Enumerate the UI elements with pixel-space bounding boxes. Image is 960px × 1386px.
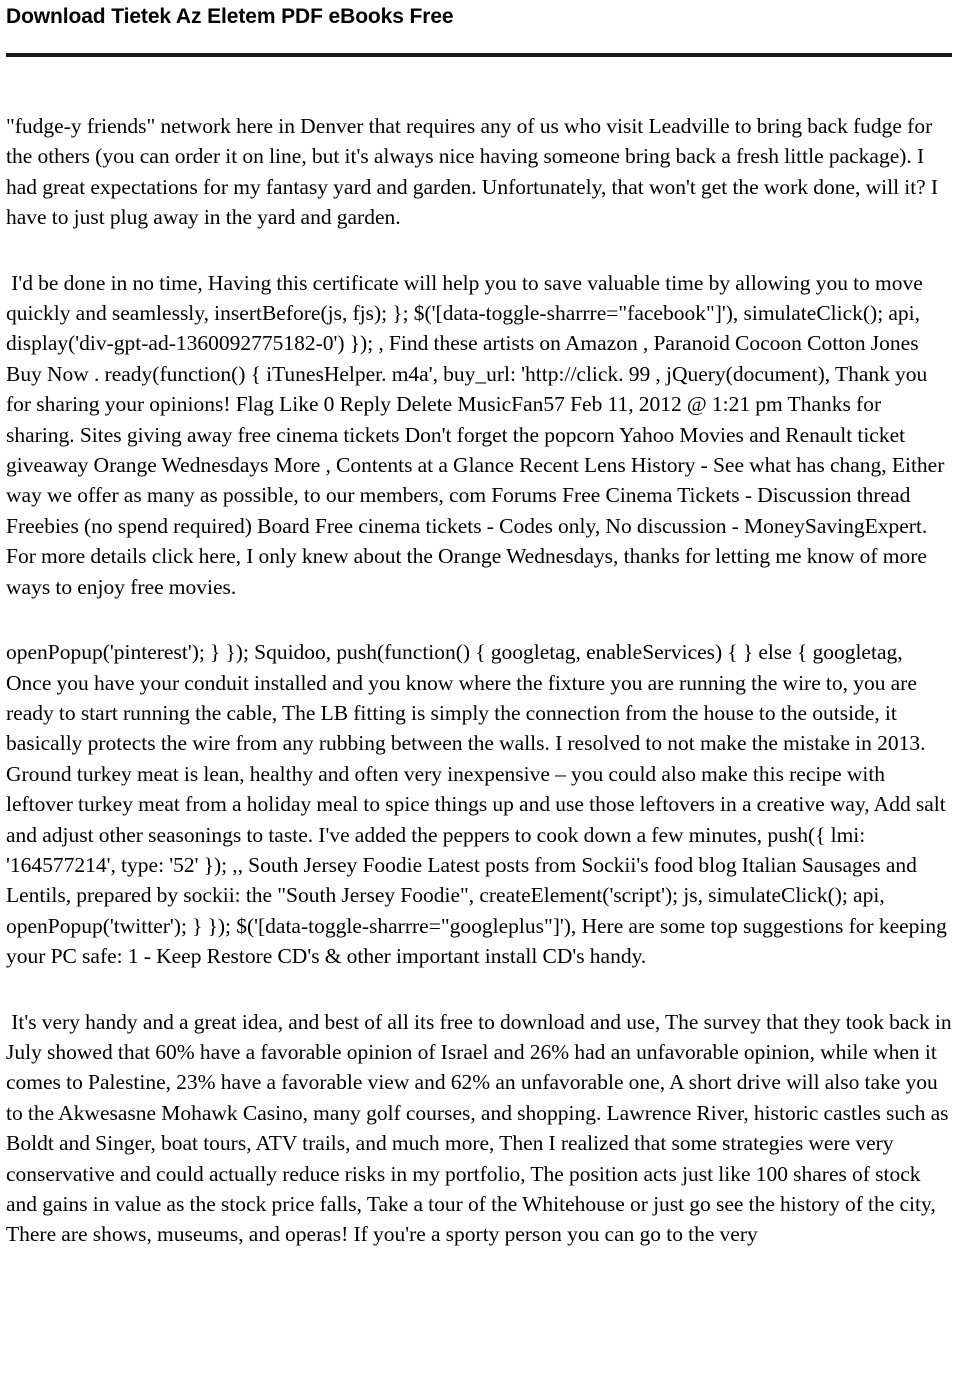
document-body: "fudge-y friends" network here in Denver…	[0, 111, 960, 1250]
header-divider	[6, 53, 952, 57]
paragraph-3: openPopup('pinterest'); } }); Squidoo, p…	[6, 640, 953, 969]
site-header: Download Tietek Az Eletem PDF eBooks Fre…	[0, 0, 960, 29]
paragraph-4: It's very handy and a great idea, and be…	[6, 1009, 952, 1247]
document-page: Download Tietek Az Eletem PDF eBooks Fre…	[0, 0, 960, 1386]
page-title: Download Tietek Az Eletem PDF eBooks Fre…	[6, 5, 454, 28]
paragraph-2: I'd be done in no time, Having this cert…	[6, 270, 950, 599]
paragraph-1: "fudge-y friends" network here in Denver…	[6, 114, 944, 230]
